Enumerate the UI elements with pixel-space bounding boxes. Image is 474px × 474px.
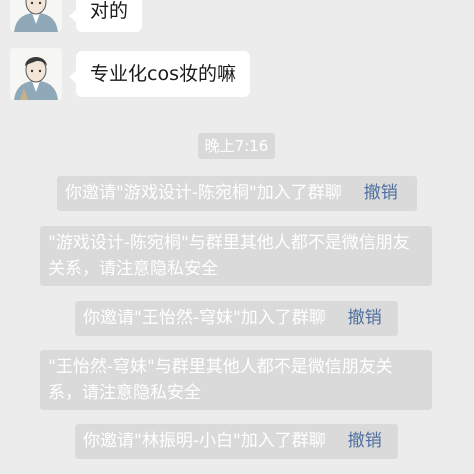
message-text: 专业化cos妆的嘛	[90, 63, 236, 85]
sender-avatar[interactable]	[10, 0, 62, 32]
revoke-link[interactable]: 撤销	[364, 183, 398, 203]
system-message-text: "游戏设计-陈宛桐"与群里其他人都不是微信朋友关系，请注意隐私安全	[48, 233, 410, 279]
system-message-text: 你邀请"游戏设计-陈宛桐"加入了群聊	[65, 183, 342, 203]
system-message: 你邀请"王怡然-穹妹"加入了群聊 撤销	[75, 301, 398, 336]
timestamp-badge: 晚上7:16	[198, 133, 275, 159]
sender-avatar[interactable]	[10, 48, 62, 100]
message-bubble[interactable]: 专业化cos妆的嘛	[69, 51, 250, 97]
revoke-link[interactable]: 撤销	[348, 308, 382, 328]
revoke-link[interactable]: 撤销	[348, 431, 382, 451]
message-text: 对的	[90, 0, 129, 22]
system-message-text: 你邀请"王怡然-穹妹"加入了群聊	[83, 308, 326, 328]
chat-screen: 对的 专业化cos妆的嘛 晚上7:16 你邀请"游戏设计-陈宛桐"加入了群聊 撤销…	[0, 0, 474, 474]
system-message: "游戏设计-陈宛桐"与群里其他人都不是微信朋友关系，请注意隐私安全	[40, 226, 432, 286]
system-message: "王怡然-穹妹"与群里其他人都不是微信朋友关系，请注意隐私安全	[40, 350, 432, 410]
system-message-text: 你邀请"林振明-小白"加入了群聊	[83, 431, 326, 451]
system-message: 你邀请"林振明-小白"加入了群聊 撤销	[75, 424, 398, 459]
message-bubble[interactable]: 对的	[68, 0, 143, 32]
system-message: 你邀请"游戏设计-陈宛桐"加入了群聊 撤销	[57, 176, 417, 211]
system-message-text: "王怡然-穹妹"与群里其他人都不是微信朋友关系，请注意隐私安全	[48, 357, 393, 403]
